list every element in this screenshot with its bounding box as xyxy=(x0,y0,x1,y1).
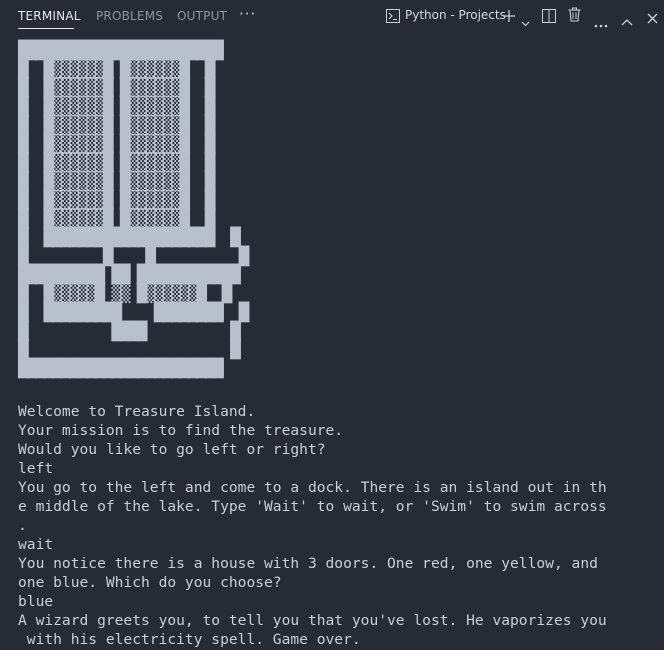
terminal-line: Your mission is to find the treasure. xyxy=(18,422,344,439)
split-icon[interactable] xyxy=(542,8,556,27)
terminal-line: blue xyxy=(18,593,54,610)
ascii-art-line: █ █▒▒▒▒▒▒█ █▒▒▒▒▒▒█ █ xyxy=(18,190,215,211)
terminal-line: with his electricity spell. Game over. xyxy=(18,631,361,648)
active-tab-underline xyxy=(18,28,74,29)
ascii-art-line: ██████████ ██ ████████████ xyxy=(18,265,241,286)
terminal-line: Would you like to go left or right? xyxy=(18,441,326,458)
close-icon[interactable] xyxy=(647,9,658,28)
terminal-line: You go to the left and come to a dock. T… xyxy=(18,479,607,496)
ascii-art-treasure-chest: ████████████████████████ █ █▒▒▒▒▒▒█ █▒▒▒▒… xyxy=(18,42,658,379)
terminal-line: Welcome to Treasure Island. xyxy=(18,403,256,420)
tab-output[interactable]: OUTPUT xyxy=(177,9,227,23)
ascii-art-line: █ █▒▒▒▒▒▒█ █▒▒▒▒▒▒█ █ xyxy=(18,153,215,174)
terminal-icon xyxy=(386,8,400,27)
terminal-line: e middle of the lake. Type 'Wait' to wai… xyxy=(18,498,607,515)
terminal-line: one blue. Which do you choose? xyxy=(18,574,282,591)
terminal-line: wait xyxy=(18,536,54,553)
trash-icon[interactable] xyxy=(568,7,581,26)
ascii-art-line: █ █▒▒▒▒▒▒█ █▒▒▒▒▒▒█ █ xyxy=(18,171,215,192)
terminal-line: . xyxy=(18,517,27,534)
ascii-art-line: █ █▒▒▒▒▒▒█ █▒▒▒▒▒▒█ █ xyxy=(18,115,215,136)
chevron-down-icon[interactable] xyxy=(521,12,530,31)
ascii-art-line: ████████████████████████ xyxy=(18,41,224,61)
ascii-art-line: █ █▒▒▒▒▒▒█ █▒▒▒▒▒▒█ █ xyxy=(18,78,215,99)
tab-problems[interactable]: PROBLEMS xyxy=(96,9,163,23)
terminal-output: Welcome to Treasure Island. Your mission … xyxy=(18,402,658,649)
terminal-line: You notice there is a house with 3 doors… xyxy=(18,555,598,572)
panel-header: TERMINAL PROBLEMS OUTPUT ··· Python - Pr… xyxy=(0,0,664,32)
terminal-line: A wizard greets you, to tell you that yo… xyxy=(18,612,607,629)
chevron-up-icon[interactable] xyxy=(621,11,633,30)
terminal-name[interactable]: Python - Projects xyxy=(405,8,506,22)
terminal-content[interactable]: ████████████████████████ █ █▒▒▒▒▒▒█ █▒▒▒▒… xyxy=(18,42,658,379)
ascii-art-line: █ █▒▒▒▒▒█ ▒▒ █▒▒▒▒▒▒█ █ xyxy=(18,284,232,305)
ascii-art-line: █ █ █ █ xyxy=(18,246,249,267)
terminal-line: left xyxy=(18,460,54,477)
ellipsis-icon[interactable] xyxy=(594,13,608,32)
ascii-art-line: █ █▒▒▒▒▒▒█ █▒▒▒▒▒▒█ █ xyxy=(18,97,215,118)
ascii-art-line: █ █▒▒▒▒▒▒█ █▒▒▒▒▒▒█ █ xyxy=(18,209,215,230)
tab-terminal[interactable]: TERMINAL xyxy=(18,9,81,23)
ascii-art-line: █ █▒▒▒▒▒▒█ █▒▒▒▒▒▒█ █ xyxy=(18,59,215,80)
ascii-art-line: █ █ xyxy=(18,340,241,361)
ascii-art-line: █ █████████ ████████ █ xyxy=(18,302,249,323)
ascii-art-line: █ ████████████████████ █ xyxy=(18,228,241,249)
ascii-art-line: ████████████████████████ xyxy=(18,358,224,379)
more-tabs-button[interactable]: ··· xyxy=(239,5,256,23)
plus-icon[interactable] xyxy=(502,8,516,27)
ascii-art-line: █ █▒▒▒▒▒▒█ █▒▒▒▒▒▒█ █ xyxy=(18,134,215,155)
ascii-art-line: █ ████ █ xyxy=(18,321,241,342)
